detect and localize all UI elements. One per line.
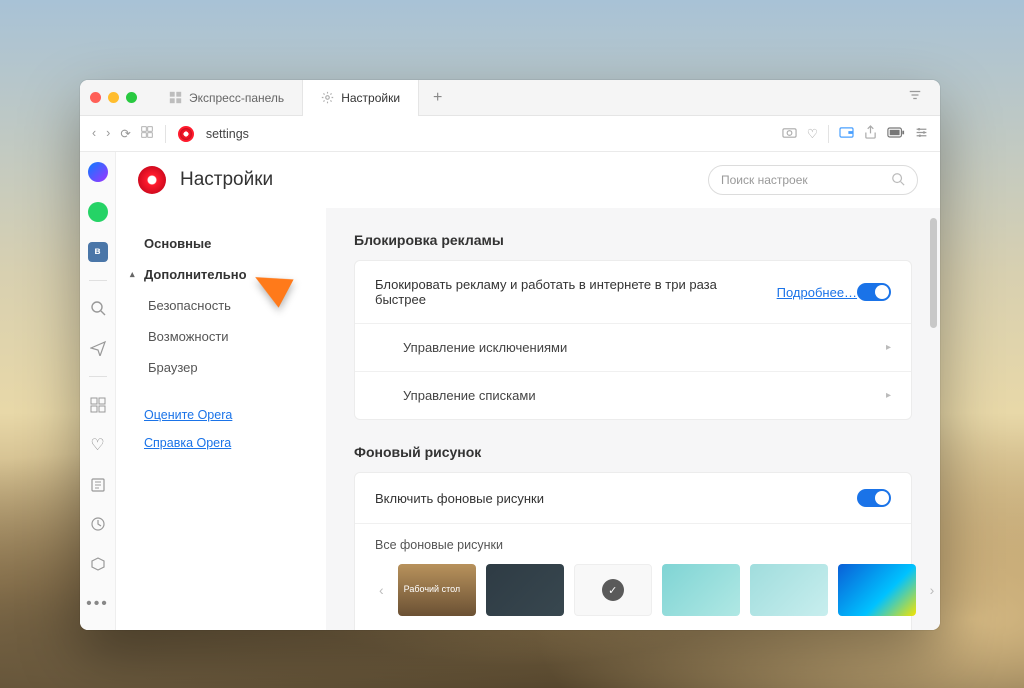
filter-icon [908,88,922,102]
section-title-adblock: Блокировка рекламы [354,232,912,248]
opera-logo-icon [138,166,166,194]
thumb-label: Рабочий стол [404,585,461,595]
check-icon: ✓ [602,579,624,601]
wallpaper-toggle[interactable] [857,489,891,507]
more-icon[interactable]: ••• [84,592,112,616]
adblock-desc: Блокировать рекламу и работать в интерне… [375,277,771,307]
manage-lists-row[interactable]: Управление списками ▸ [355,372,911,419]
battery-icon[interactable] [887,127,905,141]
tab-menu-button[interactable] [900,88,930,107]
opera-logo-icon [178,126,194,142]
manage-exceptions-row[interactable]: Управление исключениями ▸ [355,324,911,372]
wallpaper-thumb-desktop[interactable]: Рабочий стол [398,564,476,616]
forward-button[interactable]: › [106,126,110,141]
sidebar-item-label: Дополнительно [144,267,247,282]
divider [828,125,829,143]
wallpaper-card: Включить фоновые рисунки Все фоновые рис… [354,472,912,630]
wallpaper-thumb[interactable] [750,564,828,616]
search-icon [891,172,905,189]
grid-icon [169,91,182,104]
maximize-button[interactable] [126,92,137,103]
close-button[interactable] [90,92,101,103]
row-label: Управление исключениями [403,340,567,355]
wallet-icon[interactable] [839,126,854,142]
wallpapers-section: Все фоновые рисунки ‹ Рабочий стол ✓ › [355,524,911,630]
settings-header: Настройки Поиск настроек [116,152,940,208]
heart-icon[interactable]: ♡ [807,126,818,141]
sidebar-item-browser[interactable]: Браузер [148,352,326,383]
page-title: Настройки [180,169,273,191]
carousel-prev-button[interactable]: ‹ [375,582,388,598]
wallpaper-thumb-selected[interactable]: ✓ [574,564,652,616]
extensions-icon[interactable] [84,552,112,576]
titlebar: Экспресс-панель Настройки + [80,80,940,116]
settings-main: Блокировка рекламы Блокировать рекламу и… [326,208,940,630]
back-button[interactable]: ‹ [92,126,96,141]
window-body: в ♡ ••• Настройки Поиск настроек [80,152,940,630]
nav-buttons: ‹ › ⟳ [92,126,153,141]
all-wallpapers-label: Все фоновые рисунки [375,538,891,552]
share-icon[interactable] [864,125,877,143]
reload-button[interactable]: ⟳ [120,126,130,141]
search-placeholder: Поиск настроек [721,173,808,187]
chevron-right-icon: ▸ [886,342,891,353]
adblock-toggle[interactable] [857,283,891,301]
wallpaper-thumb[interactable] [486,564,564,616]
tab-settings[interactable]: Настройки [303,80,419,116]
rail-divider [89,280,107,281]
wallpaper-thumb[interactable] [662,564,740,616]
messenger-icon[interactable] [84,160,112,184]
bookmarks-icon[interactable]: ♡ [84,433,112,457]
content-wrap: Настройки Поиск настроек Основные Дополн… [116,152,940,630]
new-tab-button[interactable]: + [419,89,456,107]
wallpaper-carousel: ‹ Рабочий стол ✓ › [375,564,891,616]
vk-icon[interactable]: в [84,240,112,264]
section-title-wallpaper: Фоновый рисунок [354,444,912,460]
news-icon[interactable] [84,473,112,497]
addrbar-actions: ♡ [782,125,928,143]
sidebar-item-basic[interactable]: Основные [144,228,326,259]
workspaces-icon[interactable] [84,393,112,417]
rate-opera-link[interactable]: Оцените Opera [144,401,326,429]
minimize-button[interactable] [108,92,119,103]
adblock-card: Блокировать рекламу и работать в интерне… [354,260,912,420]
wallpaper-thumb[interactable] [838,564,916,616]
rail-divider [89,376,107,377]
carousel-next-button[interactable]: › [926,582,939,598]
window-controls [90,92,137,103]
tab-speed-dial[interactable]: Экспресс-панель [151,80,303,116]
whatsapp-icon[interactable] [84,200,112,224]
wallpaper-toggle-row: Включить фоновые рисунки [355,473,911,524]
learn-more-link[interactable]: Подробнее… [777,285,857,300]
url-text[interactable]: settings [206,127,249,141]
left-rail: в ♡ ••• [80,152,116,630]
send-icon[interactable] [84,336,112,360]
browser-window: Экспресс-панель Настройки + ‹ › ⟳ settin… [80,80,940,630]
help-opera-link[interactable]: Справка Opera [144,429,326,457]
chevron-right-icon: ▸ [886,390,891,401]
speed-dial-button[interactable] [141,126,153,141]
easy-setup-icon[interactable] [915,126,928,142]
content-body: Основные Дополнительно Безопасность Возм… [116,208,940,630]
scrollbar[interactable] [930,218,937,328]
tab-label: Экспресс-панель [189,91,284,105]
row-label: Управление списками [403,388,536,403]
gear-icon [321,91,334,104]
history-icon[interactable] [84,512,112,536]
tab-label: Настройки [341,91,400,105]
search-icon[interactable] [84,296,112,320]
row-label: Включить фоновые рисунки [375,491,544,506]
adblock-toggle-row: Блокировать рекламу и работать в интерне… [355,261,911,324]
snapshot-icon[interactable] [782,125,797,143]
settings-search-input[interactable]: Поиск настроек [708,165,918,195]
address-bar: ‹ › ⟳ settings ♡ [80,116,940,152]
divider [165,125,166,143]
